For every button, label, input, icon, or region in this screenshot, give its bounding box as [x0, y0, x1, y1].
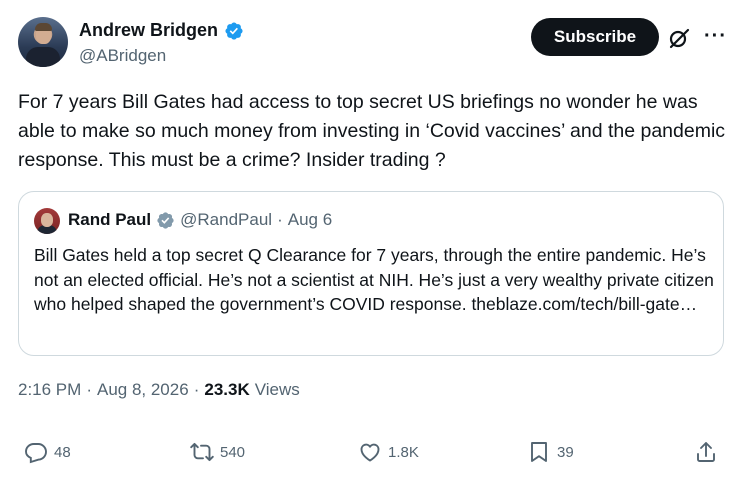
quoted-tweet-text: Bill Gates held a top secret Q Clearance… — [34, 245, 714, 314]
like-count: 1.8K — [388, 443, 419, 461]
heart-icon — [360, 443, 380, 462]
author-display-name[interactable]: Andrew Bridgen — [79, 20, 218, 41]
bookmark-button[interactable]: 39 — [527, 440, 574, 464]
tweet-meta: 2:16 PM · Aug 8, 2026 · 23.3K Views — [18, 380, 300, 400]
tweet-time[interactable]: 2:16 PM — [18, 380, 81, 400]
quoted-tweet-header: Rand Paul @RandPaul · Aug 6 — [68, 210, 332, 230]
bookmark-count: 39 — [557, 443, 574, 461]
verified-badge-icon[interactable] — [224, 21, 244, 41]
quoted-verified-badge-icon — [157, 211, 174, 229]
author-handle[interactable]: @ABridgen — [79, 46, 166, 66]
repost-button[interactable]: 540 — [190, 440, 245, 464]
reply-count: 48 — [54, 443, 71, 461]
views-label: Views — [254, 380, 300, 399]
quoted-author-name[interactable]: Rand Paul — [68, 210, 151, 230]
reply-button[interactable]: 48 — [24, 440, 71, 464]
reply-icon — [25, 443, 47, 464]
share-icon — [697, 442, 715, 462]
author-avatar[interactable] — [18, 17, 68, 67]
meta-separator: · — [193, 380, 200, 399]
repost-count: 540 — [220, 443, 246, 461]
grok-icon[interactable] — [667, 26, 691, 50]
quoted-tweet-date[interactable]: Aug 6 — [288, 210, 332, 230]
share-button[interactable] — [694, 440, 718, 464]
subscribe-button[interactable]: Subscribe — [531, 18, 659, 56]
quoted-author-handle[interactable]: @RandPaul — [180, 210, 272, 230]
like-button[interactable]: 1.8K — [358, 440, 419, 464]
more-options-icon[interactable]: ··· — [704, 26, 726, 50]
tweet-date[interactable]: Aug 8, 2026 — [97, 380, 189, 400]
tweet-text: For 7 years Bill Gates had access to top… — [18, 91, 726, 171]
quoted-separator: · — [277, 210, 283, 229]
quoted-author-avatar[interactable] — [34, 208, 60, 234]
views-count: 23.3K — [204, 380, 250, 399]
author-name-row: Andrew Bridgen — [79, 20, 244, 41]
repost-icon — [190, 442, 214, 462]
meta-separator: · — [86, 380, 92, 399]
bookmark-icon — [531, 442, 547, 462]
